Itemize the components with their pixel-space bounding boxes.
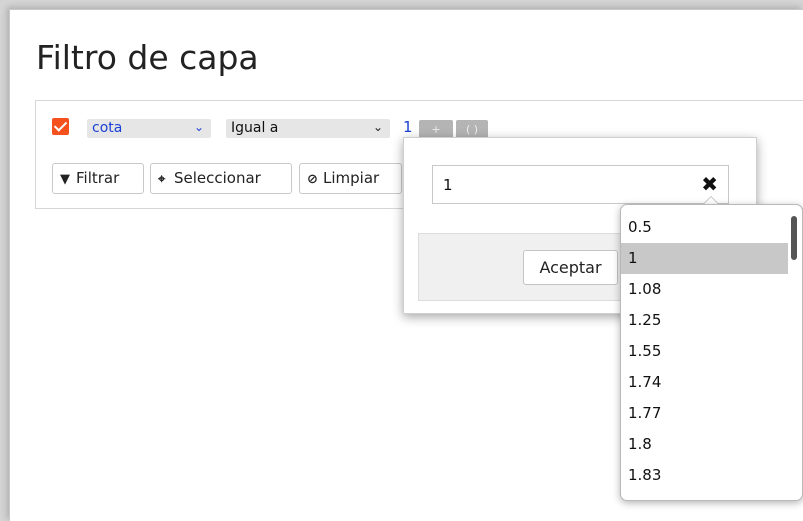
ban-icon: ⊘ (307, 172, 318, 187)
accept-button[interactable]: Aceptar (523, 250, 618, 285)
clear-button-label: Limpiar (323, 169, 380, 187)
field-select[interactable]: cota ⌄ (87, 119, 211, 138)
dropdown-option[interactable]: 1.83 (621, 460, 788, 491)
dropdown-option[interactable]: 1.74 (621, 367, 788, 398)
dropdown-scrollbar[interactable] (791, 216, 797, 260)
close-icon[interactable]: ✖ (701, 172, 718, 196)
value-input[interactable]: 1 ✖ (432, 165, 729, 204)
select-button[interactable]: ⌖ Seleccionar (150, 163, 292, 194)
page-title: Filtro de capa (36, 38, 259, 77)
dropdown-option[interactable]: 1.08 (621, 274, 788, 305)
chevron-down-icon: ⌄ (372, 120, 383, 134)
clear-button[interactable]: ⊘ Limpiar (299, 163, 402, 194)
dropdown-option[interactable]: 0.5 (621, 212, 788, 243)
funnel-icon: ▼ (60, 172, 70, 187)
chevron-down-icon: ⌄ (193, 120, 204, 134)
dropdown-option[interactable]: 1.8 (621, 429, 788, 460)
operator-select-value: Igual a (231, 120, 279, 136)
dropdown-option[interactable]: 1.25 (621, 305, 788, 336)
dropdown-option-selected[interactable]: 1 (621, 243, 788, 274)
filter-enabled-checkbox[interactable] (52, 118, 69, 135)
select-button-label: Seleccionar (174, 169, 261, 187)
dropdown-option[interactable]: 1.55 (621, 336, 788, 367)
dropdown-option[interactable]: 1.77 (621, 398, 788, 429)
value-input-text: 1 (443, 176, 453, 194)
field-select-value: cota (92, 120, 123, 136)
filter-value-link[interactable]: 1 (403, 118, 413, 136)
filter-button[interactable]: ▼ Filtrar (52, 163, 144, 194)
value-dropdown[interactable]: 0.5 1 1.08 1.25 1.55 1.74 1.77 1.8 1.83 (620, 204, 803, 501)
operator-select[interactable]: Igual a ⌄ (226, 119, 390, 138)
filter-button-label: Filtrar (76, 169, 120, 187)
crop-icon: ⌖ (158, 172, 166, 187)
